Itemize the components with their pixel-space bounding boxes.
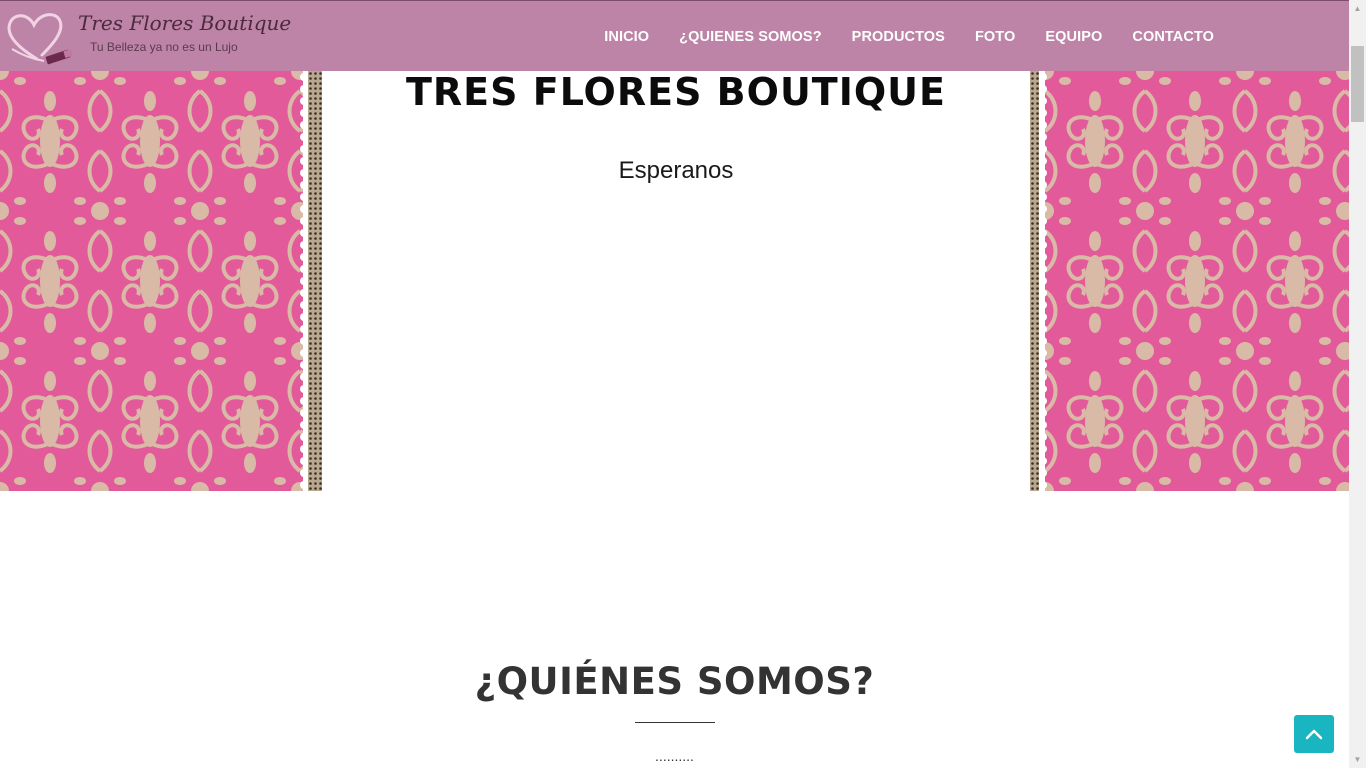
scrollbar-thumb[interactable] xyxy=(1351,46,1364,122)
section-dots: .......... xyxy=(655,748,694,764)
nav-item-contacto[interactable]: CONTACTO xyxy=(1132,29,1214,45)
damask-pattern-left xyxy=(0,71,306,491)
nav-item-foto[interactable]: FOTO xyxy=(975,29,1015,45)
page-scrollbar[interactable]: ▲ ▼ xyxy=(1349,0,1366,768)
hero-title: TRES FLORES BOUTIQUE xyxy=(406,71,946,114)
nav-item-inicio[interactable]: INICIO xyxy=(604,29,649,45)
section-divider xyxy=(635,722,715,723)
lace-border-right xyxy=(1039,71,1047,491)
dotted-ribbon-left xyxy=(308,71,322,491)
brand-tagline: Tu Belleza ya no es un Lujo xyxy=(90,40,238,54)
about-section-title: ¿QUIÉNES SOMOS? xyxy=(474,660,875,703)
nav-item-equipo[interactable]: EQUIPO xyxy=(1045,29,1102,45)
heart-lipstick-icon xyxy=(7,13,73,65)
brand-title: Tres Flores Boutique xyxy=(78,11,292,35)
scroll-up-arrow-icon[interactable]: ▲ xyxy=(1349,0,1366,17)
hero-section: TRES FLORES BOUTIQUE Esperanos xyxy=(0,71,1349,491)
scroll-down-arrow-icon[interactable]: ▼ xyxy=(1349,751,1366,768)
back-to-top-button[interactable] xyxy=(1294,715,1334,753)
lace-border-left xyxy=(300,71,308,491)
main-nav: INICIO ¿QUIENES SOMOS? PRODUCTOS FOTO EQ… xyxy=(604,1,1214,72)
chevron-up-icon xyxy=(1305,729,1323,740)
brand-logo[interactable]: Tres Flores Boutique Tu Belleza ya no es… xyxy=(4,9,291,67)
site-header: Tres Flores Boutique Tu Belleza ya no es… xyxy=(0,0,1349,71)
hero-content: TRES FLORES BOUTIQUE Esperanos xyxy=(322,71,1030,491)
nav-item-productos[interactable]: PRODUCTOS xyxy=(852,29,945,45)
hero-subtitle: Esperanos xyxy=(618,157,734,184)
nav-item-quienes-somos[interactable]: ¿QUIENES SOMOS? xyxy=(679,29,822,45)
damask-pattern-right xyxy=(1045,71,1349,491)
